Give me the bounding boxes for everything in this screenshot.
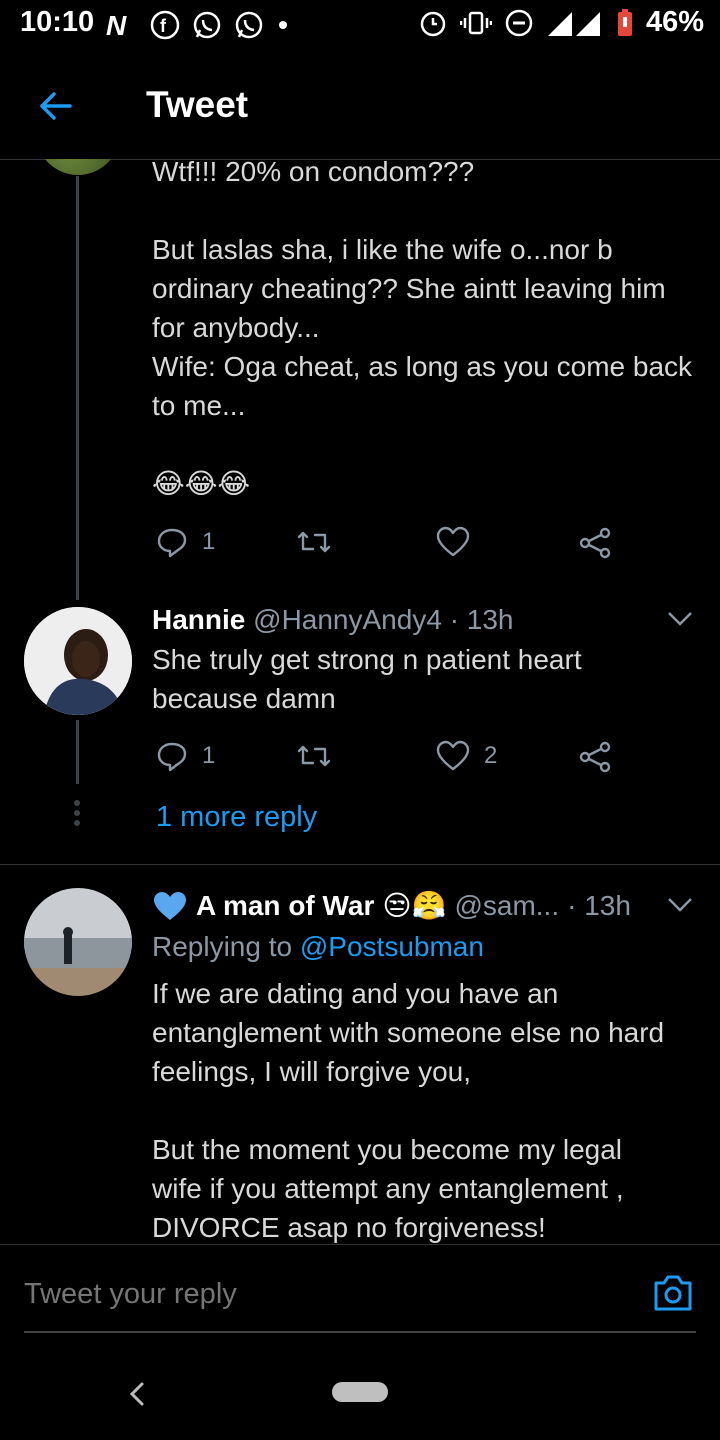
timestamp: · 13h [449,604,514,635]
chevron-down-icon[interactable] [666,608,694,630]
heart-icon [436,740,470,771]
signal-icon: 3G [547,11,600,36]
like-button[interactable]: 2 [436,740,497,772]
system-nav-bar [0,1340,720,1440]
share-icon [579,527,611,559]
tweet-text: She truly get strong n patient heart bec… [152,644,582,714]
retweet-button[interactable] [296,740,332,772]
status-bar: 10:10 N f 3G 46% [0,0,720,52]
display-name[interactable]: A man of War [196,888,374,924]
reply-icon [157,742,187,772]
app-n-icon: N [106,11,127,39]
reply-count: 1 [202,528,216,555]
thread-line [76,720,79,784]
handle[interactable]: @sam... [454,888,559,924]
reply-bar [0,1244,720,1335]
retweet-icon [297,745,331,767]
share-button[interactable] [578,740,612,774]
avatar[interactable] [36,159,120,175]
more-replies-link[interactable]: 1 more reply [156,801,317,834]
heart-icon [436,526,470,557]
camera-icon[interactable] [652,1273,694,1313]
blue-heart-icon [154,892,186,920]
name-emoji: 😒😤 [382,890,447,921]
svg-text:3G: 3G [576,12,591,24]
battery-percent: 46% [645,6,704,38]
replying-to-link[interactable]: @Postsubman [300,931,484,962]
tweet-header: A man of War 😒😤 @sam... · 13h [152,888,631,924]
tweet-text: Wtf!!! 20% on condom??? But laslas sha, … [152,156,693,499]
reply-button[interactable]: 1 [156,526,215,558]
reply-button[interactable]: 1 [156,740,215,772]
home-pill[interactable] [332,1382,388,1402]
back-arrow-icon[interactable] [36,86,76,126]
status-right: 3G 46% [418,6,704,39]
notification-icons: N f [104,10,290,40]
reply-underline [24,1331,696,1333]
reply-count: 1 [202,742,216,769]
facebook-icon: f [150,10,180,40]
avatar[interactable] [24,607,132,715]
battery-icon [617,8,632,36]
alarm-icon [420,11,446,36]
page-title: Tweet [146,84,249,125]
display-name[interactable]: Hannie [152,604,245,635]
replying-to: Replying to @Postsubman [152,929,484,965]
back-nav-icon[interactable] [124,1380,152,1408]
vibrate-icon [459,11,492,34]
dnd-icon [505,9,533,36]
handle[interactable]: @HannyAndy4 [253,604,442,635]
svg-text:f: f [160,16,167,36]
chevron-down-icon[interactable] [666,894,694,916]
status-time: 10:10 [20,6,95,38]
like-count: 2 [484,742,498,769]
tweet-text-viewport: If we are dating and you have an entangl… [0,970,720,1244]
whatsapp-icon [235,11,263,39]
replying-label: Replying to [152,931,293,962]
thread-dots [74,800,80,826]
reply-icon [157,528,187,558]
tweet-header: Hannie @HannyAndy4 · 13h [152,602,514,638]
svg-text:N: N [106,11,127,39]
retweet-button[interactable] [296,526,332,558]
divider [0,864,720,865]
top-header: Tweet [0,52,720,160]
avatar-photo [24,607,132,715]
share-button[interactable] [578,526,612,560]
whatsapp-icon [193,11,221,39]
tweet-text: If we are dating and you have an entangl… [152,978,665,1243]
dot-icon [279,21,287,29]
like-button[interactable] [436,526,470,558]
timestamp: · 13h [567,890,631,921]
share-icon [579,741,611,773]
thread-line [76,176,79,600]
reply-input[interactable] [24,1278,584,1311]
retweet-icon [297,531,331,553]
